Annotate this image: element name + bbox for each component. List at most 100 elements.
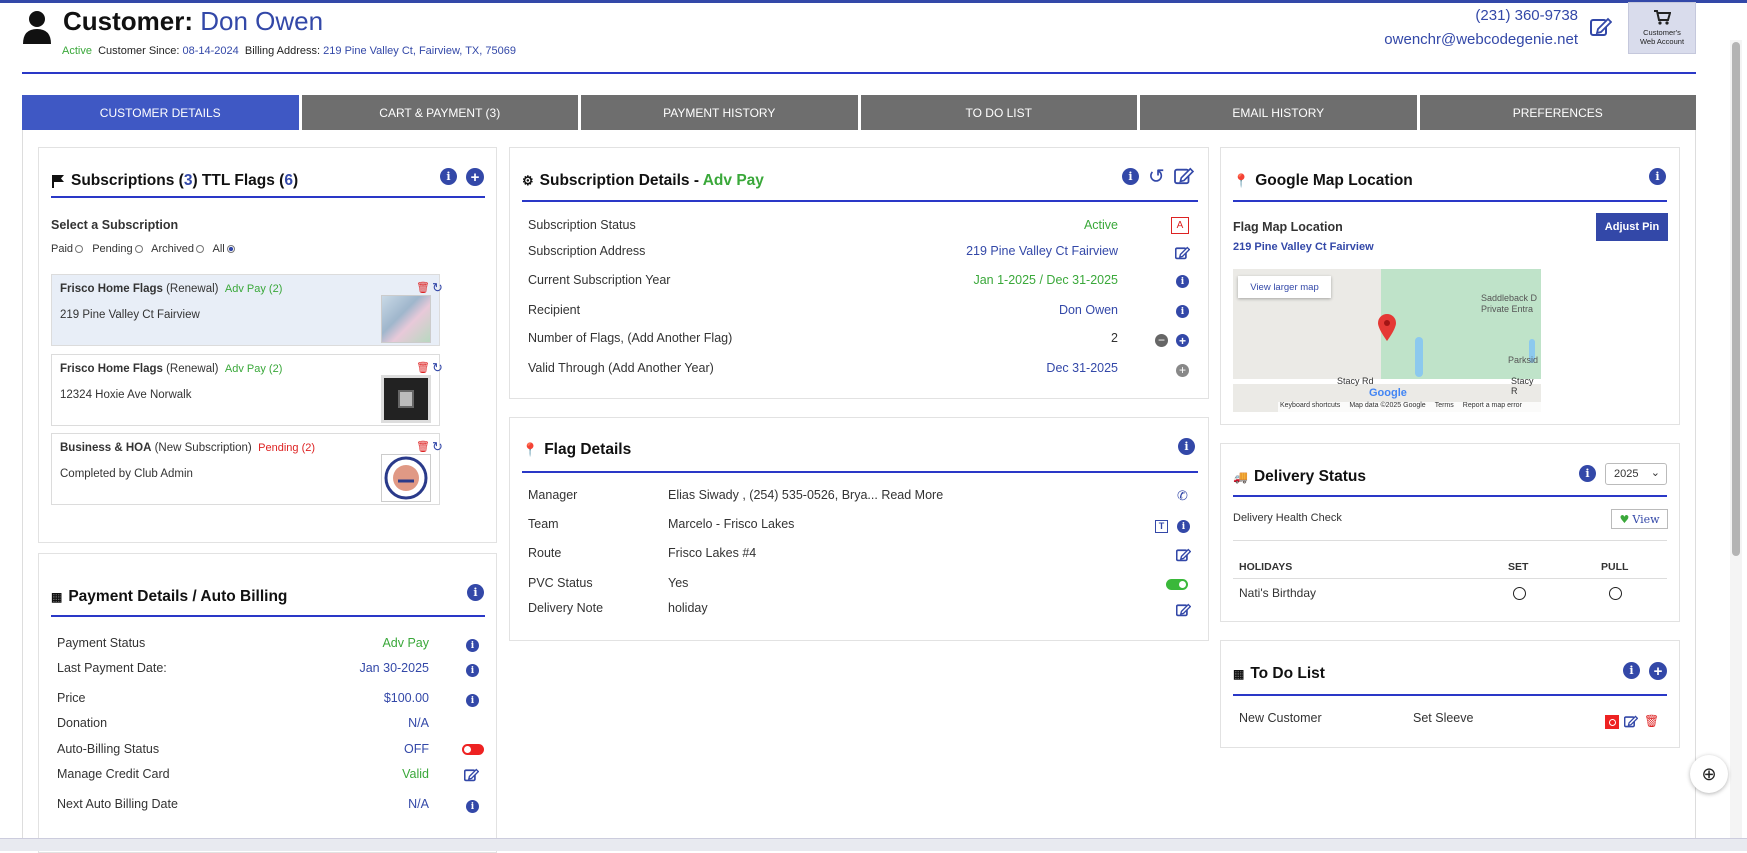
flag-detail-value[interactable]: Elias Siwady , (254) 535-0526, Brya... R…	[668, 488, 943, 502]
set-radio[interactable]	[1513, 587, 1526, 600]
tab-cart-payment[interactable]: CART & PAYMENT (3)	[301, 95, 578, 130]
trash-icon[interactable]: 🗑	[416, 440, 430, 453]
google-map-embed[interactable]: View larger map Saddleback D Private Ent…	[1233, 269, 1541, 412]
info-icon[interactable]: i	[1178, 438, 1195, 455]
edit-icon[interactable]	[1176, 603, 1191, 617]
tab-preferences[interactable]: PREFERENCES	[1419, 95, 1696, 130]
info-icon[interactable]: i	[1177, 520, 1190, 533]
email-link[interactable]: owenchr@webcodegenie.net	[1384, 31, 1578, 48]
tab-customer-details[interactable]: CUSTOMER DETAILS	[22, 95, 299, 130]
edit-icon[interactable]	[1175, 246, 1190, 260]
tab-email-history[interactable]: EMAIL HISTORY	[1140, 95, 1417, 130]
history-icon[interactable]: ↺	[1148, 164, 1165, 189]
billing-address[interactable]: 219 Pine Valley Ct, Fairview, TX, 75069	[323, 45, 516, 57]
subscription-address: 12324 Hoxie Ave Norwalk	[60, 389, 192, 401]
tab-to-do-list[interactable]: TO DO LIST	[860, 95, 1137, 130]
info-icon[interactable]: i	[466, 639, 479, 652]
year-select[interactable]: 2025 ⌄	[1605, 463, 1667, 485]
info-icon[interactable]: i	[1176, 275, 1189, 288]
info-icon[interactable]: i	[467, 584, 484, 601]
set-column-header: SET	[1508, 561, 1529, 573]
zoom-icon[interactable]: ⊕	[1690, 755, 1728, 793]
subscription-detail-value: Active	[1083, 218, 1118, 232]
info-icon[interactable]: i	[466, 800, 479, 813]
subscription-item[interactable]: Business & HOA (New Subscription) Pendin…	[51, 433, 443, 505]
map-road	[1233, 379, 1541, 384]
flag-detail-value[interactable]: Marcelo - Frisco Lakes	[668, 517, 794, 531]
trash-icon[interactable]: 🗑	[416, 361, 430, 374]
payment-row-label: Payment Status	[57, 636, 146, 650]
info-icon[interactable]: i	[1176, 305, 1189, 318]
divider	[1233, 578, 1667, 579]
edit-icon[interactable]	[464, 768, 479, 782]
holiday-name: Nati's Birthday	[1239, 586, 1316, 600]
phone-link[interactable]: (231) 360-9738	[1475, 7, 1578, 24]
flag-detail-value-text: holiday	[668, 601, 708, 615]
remove-flag-icon[interactable]: −	[1155, 334, 1168, 347]
info-icon[interactable]: i	[1623, 662, 1640, 679]
edit-icon[interactable]	[1590, 17, 1612, 37]
info-icon[interactable]: i	[1579, 465, 1596, 482]
scrollbar[interactable]	[1730, 40, 1742, 851]
info-icon[interactable]: i	[440, 168, 457, 185]
filter-all-radio[interactable]	[226, 245, 235, 254]
filter-archived-radio[interactable]	[195, 245, 204, 254]
payment-details-card: ▦ Payment Details / Auto Billing i Payme…	[38, 553, 497, 853]
trash-icon[interactable]: 🗑	[1644, 714, 1659, 728]
divider	[1233, 540, 1667, 541]
map-footer-link[interactable]: Report a map error	[1463, 402, 1522, 412]
add-year-icon[interactable]: +	[1176, 364, 1189, 377]
subscription-status: Adv Pay (2)	[224, 363, 283, 375]
pull-radio[interactable]	[1609, 587, 1622, 600]
refresh-icon[interactable]: ↻	[432, 280, 443, 296]
status-badge[interactable]: A	[1171, 217, 1189, 234]
customer-label: Customer:	[63, 6, 194, 36]
flag-details-title: 📍 Flag Details	[522, 441, 631, 459]
edit-icon[interactable]	[1174, 167, 1194, 185]
subscription-detail-value[interactable]: 219 Pine Valley Ct Fairview	[966, 244, 1118, 258]
subscription-item[interactable]: Frisco Home Flags (Renewal) Adv Pay (2) …	[51, 354, 443, 426]
scrollbar-thumb[interactable]	[1732, 42, 1740, 556]
chevron-down-icon: ⌄	[1650, 467, 1660, 479]
view-health-button[interactable]: ♥ View	[1611, 509, 1668, 529]
refresh-icon[interactable]: ↻	[432, 439, 443, 455]
team-icon[interactable]: T	[1155, 520, 1168, 533]
since-date: 08-14-2024	[182, 45, 239, 57]
info-icon[interactable]: i	[1122, 168, 1139, 185]
info-icon[interactable]: i	[466, 694, 479, 707]
map-address-link[interactable]: 219 Pine Valley Ct Fairview	[1233, 241, 1374, 253]
edit-icon[interactable]	[1624, 715, 1638, 728]
web-account-button[interactable]: Customer's Web Account	[1628, 2, 1696, 54]
map-label: Private Entra	[1481, 304, 1534, 314]
google-map-card: 📍 Google Map Location i Flag Map Locatio…	[1220, 147, 1680, 425]
refresh-icon[interactable]: ↻	[432, 360, 443, 376]
status-toggle-icon[interactable]	[1605, 715, 1619, 729]
flag-detail-value[interactable]: Frisco Lakes #4	[668, 546, 756, 560]
add-subscription-icon[interactable]: +	[466, 168, 484, 186]
add-todo-icon[interactable]: +	[1649, 662, 1667, 680]
heart-icon: ♥	[1619, 512, 1630, 526]
info-icon[interactable]: i	[1649, 168, 1666, 185]
tab-payment-history[interactable]: PAYMENT HISTORY	[581, 95, 858, 130]
trash-icon[interactable]: 🗑	[416, 281, 430, 294]
add-flag-icon[interactable]: +	[1176, 334, 1189, 347]
map-footer-link[interactable]: Terms	[1435, 402, 1454, 412]
auto-billing-toggle[interactable]	[462, 744, 484, 755]
map-marker-icon[interactable]	[1377, 314, 1397, 342]
edit-icon[interactable]	[1176, 548, 1191, 562]
map-footer-link[interactable]: Keyboard shortcuts	[1280, 402, 1340, 412]
pvc-status-toggle[interactable]	[1166, 579, 1188, 590]
subscription-detail-value[interactable]: Don Owen	[1059, 303, 1118, 317]
map-footer-text: Map data ©2025 Google	[1349, 402, 1426, 409]
customer-header: Customer: Don Owen Active Customer Since…	[22, 2, 1696, 74]
info-icon[interactable]: i	[466, 664, 479, 677]
filter-all-label: All	[212, 243, 225, 255]
holidays-column-header: HOLIDAYS	[1239, 561, 1293, 573]
adjust-pin-button[interactable]: Adjust Pin	[1596, 213, 1668, 241]
read-more-link[interactable]: Read More	[881, 488, 943, 502]
view-larger-map-link[interactable]: View larger map	[1238, 276, 1331, 298]
subscription-item[interactable]: Frisco Home Flags (Renewal) Adv Pay (2) …	[51, 274, 443, 346]
filter-paid-radio[interactable]	[75, 245, 84, 254]
phone-icon[interactable]: ✆	[1177, 488, 1188, 504]
filter-pending-radio[interactable]	[134, 245, 143, 254]
